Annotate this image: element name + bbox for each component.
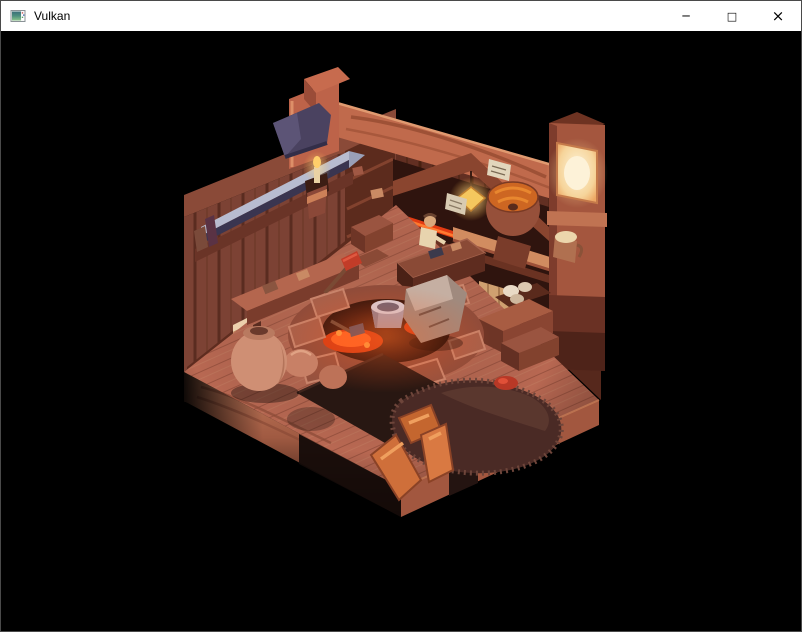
minimize-icon: ─	[682, 9, 689, 23]
window-title: Vulkan	[34, 9, 70, 23]
close-button[interactable]: ×	[755, 1, 801, 31]
lava-glow	[281, 285, 491, 393]
close-icon: ×	[772, 7, 785, 25]
app-icon	[10, 8, 26, 24]
maximize-icon: □	[727, 10, 737, 23]
right-pillar	[546, 112, 608, 371]
barrel	[486, 182, 540, 236]
app-window: Vulkan ─ □ ×	[0, 0, 802, 632]
forge-diorama	[1, 31, 801, 631]
window-controls: ─ □ ×	[663, 1, 801, 31]
vulkan-viewport[interactable]	[1, 31, 801, 631]
minimize-button[interactable]: ─	[663, 1, 709, 31]
titlebar[interactable]: Vulkan ─ □ ×	[1, 1, 801, 31]
maximize-button[interactable]: □	[709, 1, 755, 31]
